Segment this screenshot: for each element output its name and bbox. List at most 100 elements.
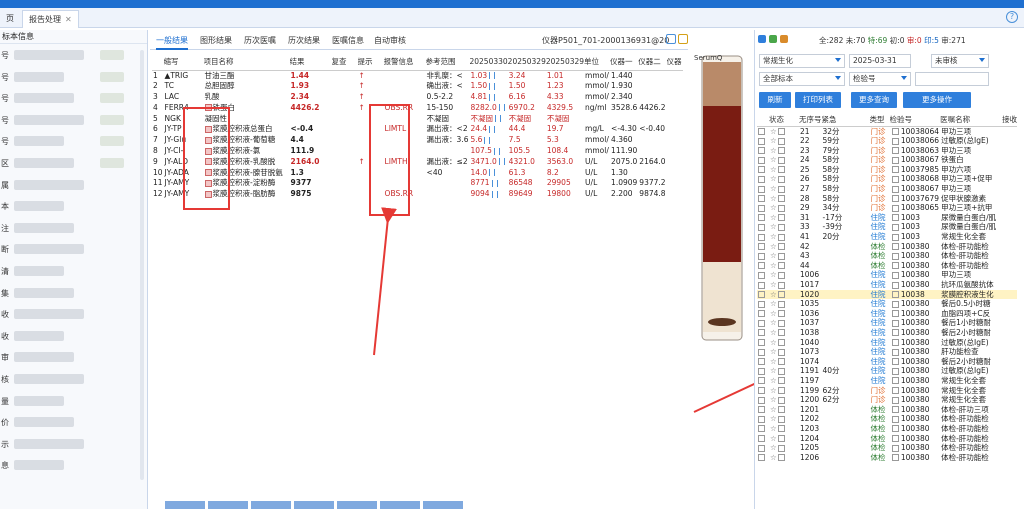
row-checkbox-cell[interactable] bbox=[757, 424, 769, 434]
status-cell[interactable]: ☆ bbox=[769, 318, 799, 328]
bottom-button[interactable] bbox=[380, 501, 420, 509]
sample-number-cell[interactable]: 100380 bbox=[890, 309, 941, 319]
result-row[interactable]: 6 JY-TP 浆膜腔积液总蛋白 <-0.4 LIMTL 漏出液：<2 24.4 44.4 19… bbox=[152, 124, 683, 135]
list-column-header[interactable]: 类型 bbox=[869, 114, 890, 127]
specimen-field-value[interactable] bbox=[14, 438, 84, 449]
sample-number-cell[interactable]: 10037679 bbox=[890, 194, 941, 204]
list-item[interactable]: ☆ 41 20分 住院 1003 常规生化全套 bbox=[757, 232, 1017, 242]
status-cell[interactable]: ☆ bbox=[769, 174, 799, 184]
specimen-field-value[interactable] bbox=[14, 158, 74, 168]
row-checkbox[interactable] bbox=[758, 233, 765, 241]
status-cell[interactable]: ☆ bbox=[769, 184, 799, 194]
specimen-field-value[interactable] bbox=[14, 287, 74, 298]
result-column-header[interactable]: 项目名称 bbox=[203, 54, 290, 71]
row-checkbox[interactable] bbox=[758, 175, 765, 183]
row-checkbox[interactable] bbox=[758, 358, 765, 366]
result-column-header[interactable]: 报警信息 bbox=[383, 54, 426, 71]
sample-number-cell[interactable]: 100380 bbox=[890, 395, 941, 405]
specimen-field-value[interactable] bbox=[14, 201, 64, 212]
item-result[interactable]: <-0.4 bbox=[290, 124, 332, 135]
row-checkbox-cell[interactable] bbox=[757, 126, 769, 136]
specimen-field-value[interactable] bbox=[14, 114, 84, 125]
list-item[interactable]: ☆ 23 79分 门诊 10038063 甲功三项 bbox=[757, 146, 1017, 156]
row-checkbox[interactable] bbox=[758, 339, 765, 347]
list-item[interactable]: ☆ 1074 住院 100380 餐后2小时糖耐 bbox=[757, 357, 1017, 367]
list-item[interactable]: ☆ 28 58分 门诊 10037679 促甲状腺激素 bbox=[757, 194, 1017, 204]
status-cell[interactable]: ☆ bbox=[769, 453, 799, 463]
list-item[interactable]: ☆ 21 32分 门诊 10038064 甲功三项 bbox=[757, 126, 1017, 136]
row-checkbox-cell[interactable] bbox=[757, 357, 769, 367]
list-item[interactable]: ☆ 1200 62分 门诊 100380 常规生化全套 bbox=[757, 395, 1017, 405]
sample-number-cell[interactable]: 100380 bbox=[890, 424, 941, 434]
list-item[interactable]: ☆ 1017 住院 100380 抗环瓜氨酸抗体 bbox=[757, 280, 1017, 290]
more-query-button[interactable]: 更多查询 bbox=[851, 92, 897, 108]
tab-order-info[interactable]: 医嘱信息 bbox=[332, 35, 364, 46]
tab-graph-result[interactable]: 图形结果 bbox=[200, 35, 232, 46]
specimen-field-value[interactable] bbox=[14, 352, 74, 363]
specimen-field-value[interactable] bbox=[14, 374, 84, 384]
print-list-button[interactable]: 打印列表 bbox=[795, 92, 841, 108]
list-item[interactable]: ☆ 42 体检 100380 体检-肝功能检 bbox=[757, 242, 1017, 252]
row-checkbox-cell[interactable] bbox=[757, 146, 769, 156]
specimen-scope-select[interactable]: 全部标本 bbox=[759, 72, 845, 86]
bottom-button[interactable] bbox=[423, 501, 463, 509]
list-item[interactable]: ☆ 1191 40分 住院 100380 过敏原(总IgE) bbox=[757, 366, 1017, 376]
result-column-header[interactable]: 仪器二 bbox=[638, 54, 667, 71]
row-checkbox-cell[interactable] bbox=[757, 165, 769, 175]
list-column-header[interactable]: 无序号 bbox=[799, 114, 822, 127]
star-icon[interactable]: ☆ bbox=[770, 261, 777, 270]
item-result[interactable]: 1.3 bbox=[290, 168, 332, 179]
bottom-button[interactable] bbox=[251, 501, 291, 509]
row-checkbox-cell[interactable] bbox=[757, 347, 769, 357]
row-checkbox-cell[interactable] bbox=[757, 184, 769, 194]
list-column-header[interactable]: 医嘱名称 bbox=[940, 114, 1003, 127]
sample-number-cell[interactable]: 100380 bbox=[890, 366, 941, 376]
specimen-field-extra[interactable] bbox=[100, 158, 124, 168]
specimen-field-value[interactable] bbox=[14, 417, 74, 428]
row-checkbox[interactable] bbox=[758, 291, 765, 299]
status-cell[interactable]: ☆ bbox=[769, 203, 799, 213]
row-checkbox[interactable] bbox=[758, 406, 765, 414]
row-checkbox[interactable] bbox=[758, 415, 765, 423]
row-checkbox[interactable] bbox=[758, 271, 765, 279]
trend-chart-icon[interactable] bbox=[493, 147, 500, 155]
help-icon[interactable]: ? bbox=[1006, 11, 1018, 23]
row-checkbox[interactable] bbox=[758, 454, 765, 462]
refresh-button[interactable]: 刷新 bbox=[759, 92, 791, 108]
status-cell[interactable]: ☆ bbox=[769, 386, 799, 396]
sample-number-cell[interactable]: 10038064 bbox=[890, 126, 941, 136]
status-cell[interactable]: ☆ bbox=[769, 126, 799, 136]
star-icon[interactable]: ☆ bbox=[770, 203, 777, 212]
row-checkbox[interactable] bbox=[758, 195, 765, 203]
sample-number-cell[interactable]: 100380 bbox=[890, 386, 941, 396]
search-field-select[interactable]: 检验号 bbox=[849, 72, 911, 86]
status-cell[interactable]: ☆ bbox=[769, 414, 799, 424]
status-cell[interactable]: ☆ bbox=[769, 289, 799, 300]
tab-order-history[interactable]: 历次医嘱 bbox=[244, 35, 276, 46]
specimen-field-extra[interactable] bbox=[100, 71, 124, 82]
row-checkbox[interactable] bbox=[758, 204, 765, 212]
list-item[interactable]: ☆ 27 58分 门诊 10038067 甲功三项 bbox=[757, 184, 1017, 194]
category-select[interactable]: 常规生化 bbox=[759, 54, 845, 68]
status-cell[interactable]: ☆ bbox=[769, 328, 799, 338]
status-cell[interactable]: ☆ bbox=[769, 434, 799, 444]
list-item[interactable]: ☆ 1040 住院 100380 过敏原(总IgE) bbox=[757, 338, 1017, 348]
row-checkbox-cell[interactable] bbox=[757, 443, 769, 453]
sample-number-cell[interactable]: 10038068 bbox=[890, 174, 941, 184]
star-icon[interactable]: ☆ bbox=[770, 146, 777, 155]
star-icon[interactable]: ☆ bbox=[770, 174, 777, 183]
status-cell[interactable]: ☆ bbox=[769, 443, 799, 453]
bottom-button[interactable] bbox=[208, 501, 248, 509]
row-checkbox[interactable] bbox=[758, 319, 765, 327]
row-checkbox-cell[interactable] bbox=[757, 222, 769, 232]
star-icon[interactable]: ☆ bbox=[770, 251, 777, 260]
list-item[interactable]: ☆ 1006 住院 100380 甲功三项 bbox=[757, 270, 1017, 280]
trend-chart-icon[interactable] bbox=[489, 72, 496, 79]
list-column-header[interactable]: 检验号 bbox=[889, 114, 941, 127]
list-column-header[interactable]: 状态 bbox=[769, 114, 799, 127]
sample-number-cell[interactable]: 10038065 bbox=[890, 203, 941, 213]
row-checkbox[interactable] bbox=[758, 147, 765, 155]
sample-number-cell[interactable]: 100380 bbox=[890, 318, 941, 328]
row-checkbox[interactable] bbox=[758, 166, 765, 174]
sample-number-cell[interactable]: 10038067 bbox=[890, 155, 941, 165]
